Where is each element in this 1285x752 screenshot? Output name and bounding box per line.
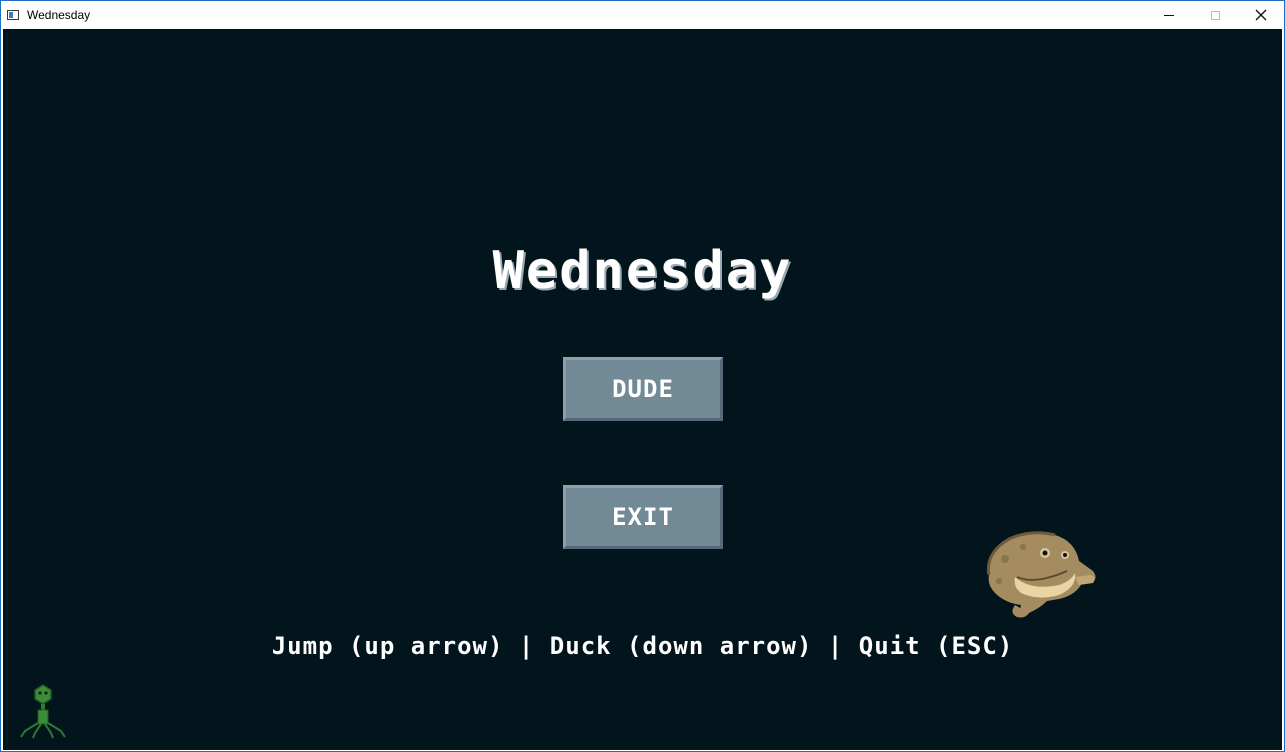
minimize-button[interactable]	[1146, 1, 1192, 29]
maximize-icon	[1210, 10, 1220, 20]
controls-hint: Jump (up arrow) | Duck (down arrow) | Qu…	[271, 632, 1014, 660]
frog-sprite	[986, 531, 1096, 618]
app-window-icon	[7, 10, 19, 20]
window-title: Wednesday	[27, 8, 91, 22]
title-bar[interactable]: Wednesday	[1, 1, 1284, 29]
maximize-button[interactable]	[1192, 1, 1238, 29]
virus-sprite	[20, 684, 66, 739]
exit-button[interactable]: EXIT	[563, 485, 723, 549]
app-window: Wednesday Wednesday DUDE EXIT Jump (up a…	[0, 0, 1285, 752]
close-icon	[1255, 9, 1267, 21]
game-canvas[interactable]: Wednesday DUDE EXIT Jump (up arrow) | Du…	[3, 29, 1282, 750]
minimize-icon	[1164, 14, 1174, 16]
close-button[interactable]	[1238, 1, 1284, 29]
game-title: Wednesday	[492, 241, 793, 301]
dude-button[interactable]: DUDE	[563, 357, 723, 421]
